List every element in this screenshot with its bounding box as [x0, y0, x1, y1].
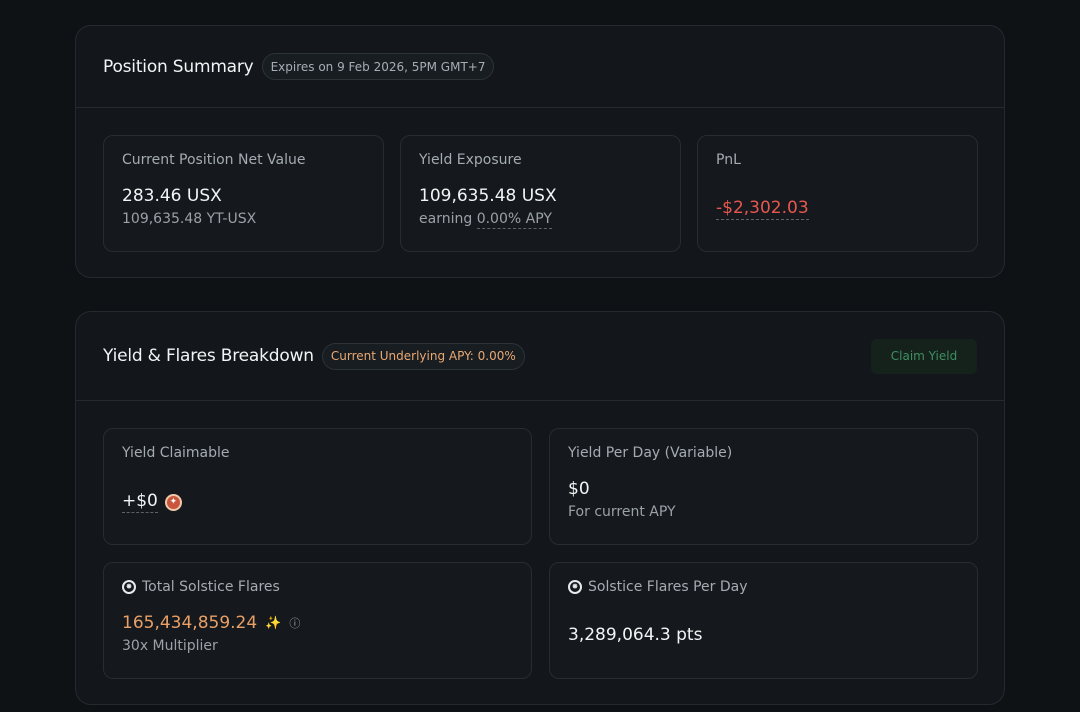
apy-tooltip-trigger[interactable]: 0.00% APY — [476, 211, 552, 229]
sparkle-icon: ✨ — [265, 615, 282, 631]
pnl-label: PnL — [716, 152, 741, 168]
pnl-card: PnL -$2,302.03 — [697, 135, 978, 252]
yield-per-day-label: Yield Per Day (Variable) — [568, 445, 733, 461]
yield-per-day-value: $0 — [568, 479, 590, 499]
usx-coin-icon: ✦ — [164, 493, 182, 511]
position-summary-header: Position Summary Expires on 9 Feb 2026, … — [76, 26, 1004, 108]
yield-flares-title: Yield & Flares Breakdown — [103, 346, 314, 366]
flares-per-day-value: 3,289,064.3 pts — [568, 625, 703, 645]
pnl-value[interactable]: -$2,302.03 — [716, 198, 809, 220]
flares-per-day-label: Solstice Flares Per Day — [588, 579, 748, 595]
yield-per-day-sub: For current APY — [568, 504, 676, 520]
yield-claimable-label: Yield Claimable — [122, 445, 230, 461]
earning-text: earning — [419, 211, 473, 227]
position-summary-title: Position Summary — [103, 56, 254, 77]
position-summary-panel: Position Summary Expires on 9 Feb 2026, … — [75, 25, 1005, 278]
yield-claimable-card: Yield Claimable +$0 ✦ — [103, 428, 532, 545]
yield-per-day-card: Yield Per Day (Variable) $0 For current … — [549, 428, 978, 545]
net-value-card: Current Position Net Value 283.46 USX 10… — [103, 135, 384, 252]
total-flares-value: 165,434,859.24 — [122, 613, 258, 633]
yield-flares-panel: Yield & Flares Breakdown Current Underly… — [75, 311, 1005, 705]
total-flares-card: ✸ Total Solstice Flares 165,434,859.24 ✨… — [103, 562, 532, 679]
expiry-badge: Expires on 9 Feb 2026, 5PM GMT+7 — [261, 53, 495, 80]
yield-exposure-card: Yield Exposure 109,635.48 USX earning 0.… — [400, 135, 681, 252]
flares-per-day-card: ✸ Solstice Flares Per Day 3,289,064.3 pt… — [549, 562, 978, 679]
net-value-yt-amount: 109,635.48 YT-USX — [122, 211, 257, 227]
multiplier-text: 30x Multiplier — [122, 638, 218, 654]
underlying-apy-badge: Current Underlying APY: 0.00% — [321, 342, 525, 370]
yield-exposure-apy-line: earning 0.00% APY — [419, 211, 662, 229]
solstice-flare-icon: ✸ — [122, 580, 136, 594]
yield-exposure-label: Yield Exposure — [419, 152, 522, 168]
info-icon[interactable]: ⓘ — [289, 615, 300, 631]
total-flares-label: Total Solstice Flares — [142, 579, 280, 595]
claim-yield-button[interactable]: Claim Yield — [871, 338, 977, 374]
solstice-flare-icon: ✸ — [568, 580, 582, 594]
yield-exposure-amount: 109,635.48 USX — [419, 186, 557, 206]
net-value-amount: 283.46 USX — [122, 186, 222, 206]
net-value-label: Current Position Net Value — [122, 152, 306, 168]
total-flares-label-row: ✸ Total Solstice Flares — [122, 579, 513, 595]
flares-per-day-label-row: ✸ Solstice Flares Per Day — [568, 579, 959, 595]
yield-flares-header: Yield & Flares Breakdown Current Underly… — [76, 312, 1004, 401]
yield-claimable-value[interactable]: +$0 — [122, 491, 158, 513]
